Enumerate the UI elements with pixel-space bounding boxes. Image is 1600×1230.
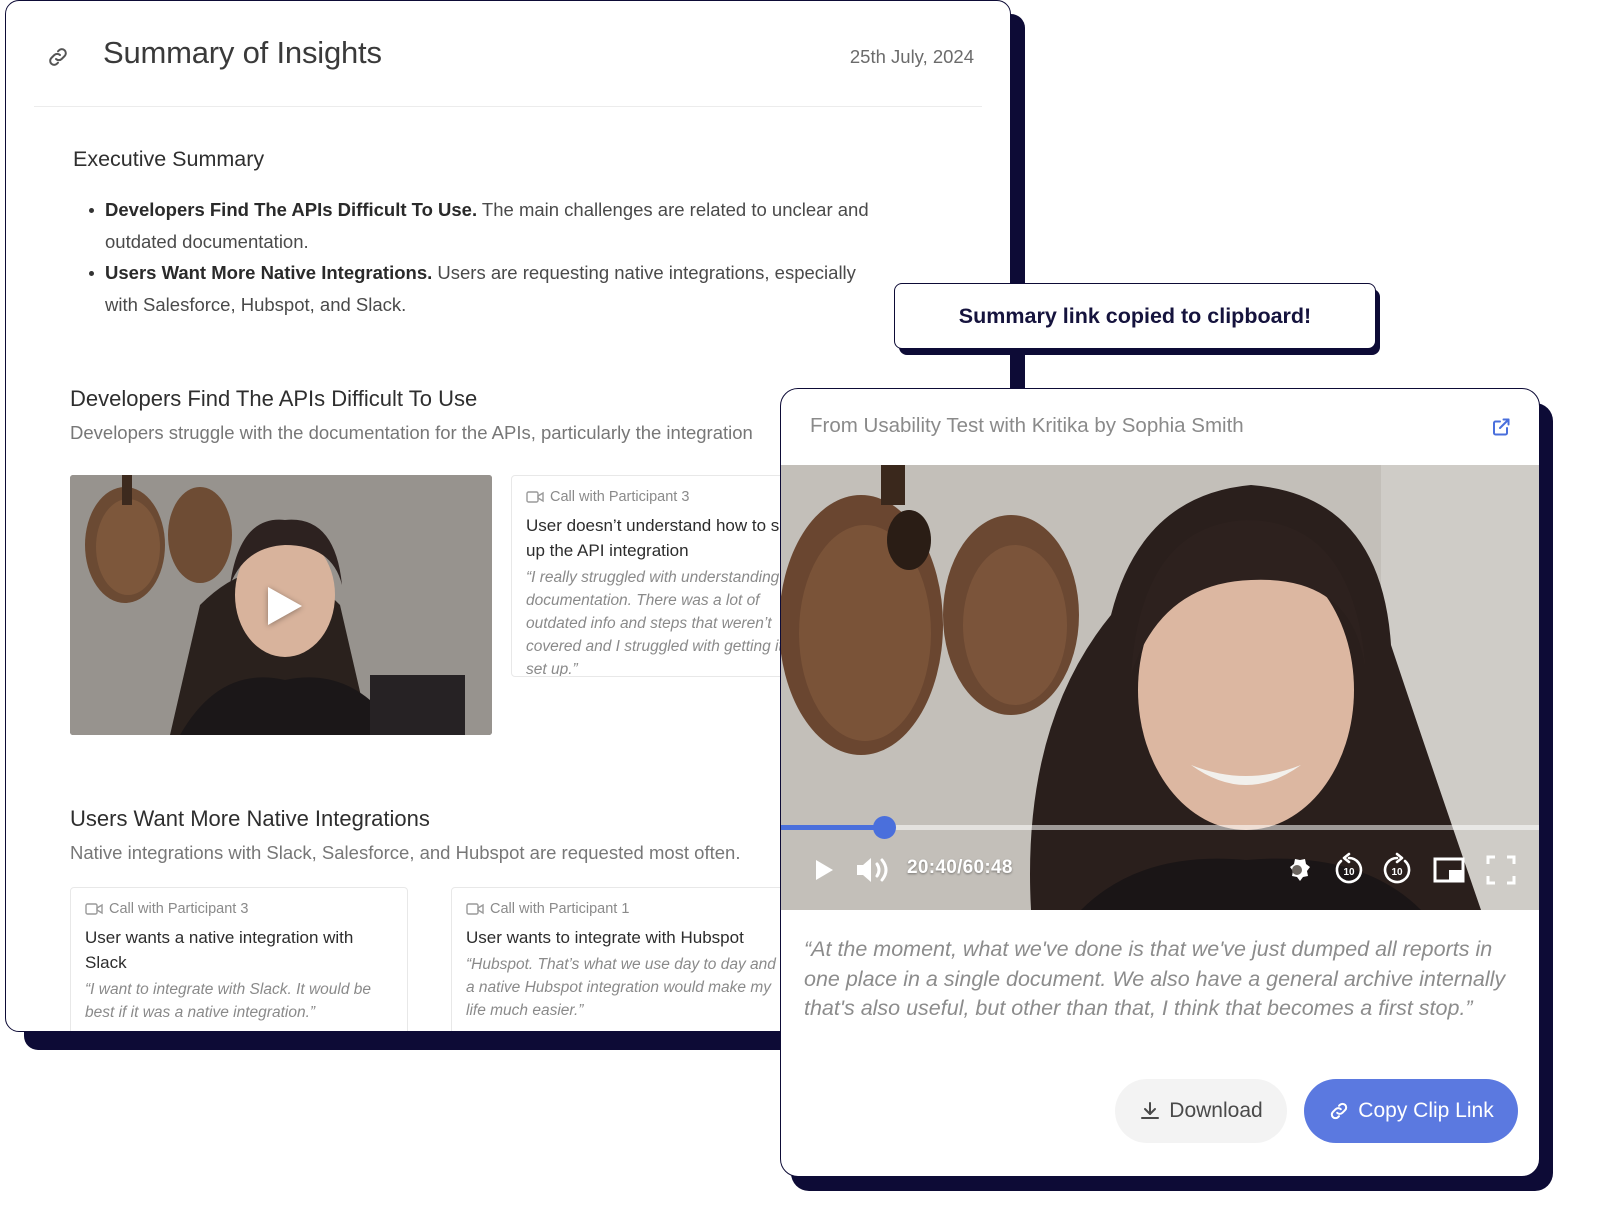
download-button[interactable]: Download xyxy=(1115,1079,1287,1143)
svg-text:10: 10 xyxy=(1391,867,1403,878)
quote-card-quote: “Hubspot. That’s what we use day to day … xyxy=(466,956,776,1019)
executive-summary-heading: Executive Summary xyxy=(73,147,265,171)
section-subtitle: Developers struggle with the documentati… xyxy=(70,422,753,443)
play-icon[interactable] xyxy=(805,852,841,888)
quote-card-title: User wants a native integration with Sla… xyxy=(85,928,354,972)
rewind-10-icon[interactable]: 10 xyxy=(1331,852,1367,888)
video-time: 20:40/60:48 xyxy=(907,857,1013,878)
bullet-bold: Users Want More Native Integrations. xyxy=(105,262,433,283)
camera-icon xyxy=(526,491,544,503)
picture-in-picture-icon[interactable] xyxy=(1431,852,1467,888)
section-title: Users Want More Native Integrations xyxy=(70,806,430,831)
summary-date: 25th July, 2024 xyxy=(849,46,974,67)
list-item: Users Want More Native Integrations. Use… xyxy=(86,257,886,320)
camera-icon xyxy=(466,903,484,915)
link-icon[interactable] xyxy=(46,45,70,69)
executive-summary-list: Developers Find The APIs Difficult To Us… xyxy=(86,194,886,320)
participant-label: Call with Participant 3 xyxy=(550,489,690,505)
external-link-icon[interactable] xyxy=(1491,417,1511,437)
quote-card[interactable]: Call with Participant 3 User wants a nat… xyxy=(70,887,408,1031)
download-icon xyxy=(1141,1102,1160,1119)
page-title: Summary of Insights xyxy=(103,35,382,70)
clipboard-toast: Summary link copied to clipboard! xyxy=(894,283,1376,349)
copy-clip-link-label: Copy Clip Link xyxy=(1358,1099,1494,1122)
list-item: Developers Find The APIs Difficult To Us… xyxy=(86,194,886,257)
quote-card-title: User doesn’t understand how to set up th… xyxy=(526,516,794,560)
play-icon[interactable] xyxy=(268,587,302,625)
clip-quote: “At the moment, what we've done is that … xyxy=(804,937,1506,1020)
video-controls: 20:40/60:48 10 10 xyxy=(781,830,1539,910)
camera-icon xyxy=(85,903,103,915)
section-title: Developers Find The APIs Difficult To Us… xyxy=(70,386,478,411)
clip-source: From Usability Test with Kritika by Soph… xyxy=(810,414,1244,437)
quote-card-quote: “I really struggled with understanding t… xyxy=(526,569,806,677)
download-label: Download xyxy=(1169,1099,1263,1122)
quote-card-meta: Call with Participant 3 xyxy=(85,901,393,917)
participant-label: Call with Participant 3 xyxy=(109,901,249,917)
forward-10-icon[interactable]: 10 xyxy=(1379,852,1415,888)
video-player[interactable]: 20:40/60:48 10 10 xyxy=(781,465,1539,910)
fullscreen-icon[interactable] xyxy=(1483,852,1519,888)
settings-icon[interactable] xyxy=(1279,852,1315,888)
section-subtitle: Native integrations with Slack, Salesfor… xyxy=(70,842,741,863)
quote-card-quote: “I want to integrate with Slack. It woul… xyxy=(85,981,372,1021)
copy-clip-link-button[interactable]: Copy Clip Link xyxy=(1304,1079,1518,1143)
clip-modal: From Usability Test with Kritika by Soph… xyxy=(780,388,1540,1177)
link-icon xyxy=(1331,1102,1348,1120)
participant-label: Call with Participant 1 xyxy=(490,901,630,917)
video-thumbnail[interactable] xyxy=(70,475,492,735)
bullet-bold: Developers Find The APIs Difficult To Us… xyxy=(105,199,478,220)
volume-icon[interactable] xyxy=(853,852,893,888)
svg-text:10: 10 xyxy=(1343,867,1355,878)
toast-connector xyxy=(1010,349,1023,391)
